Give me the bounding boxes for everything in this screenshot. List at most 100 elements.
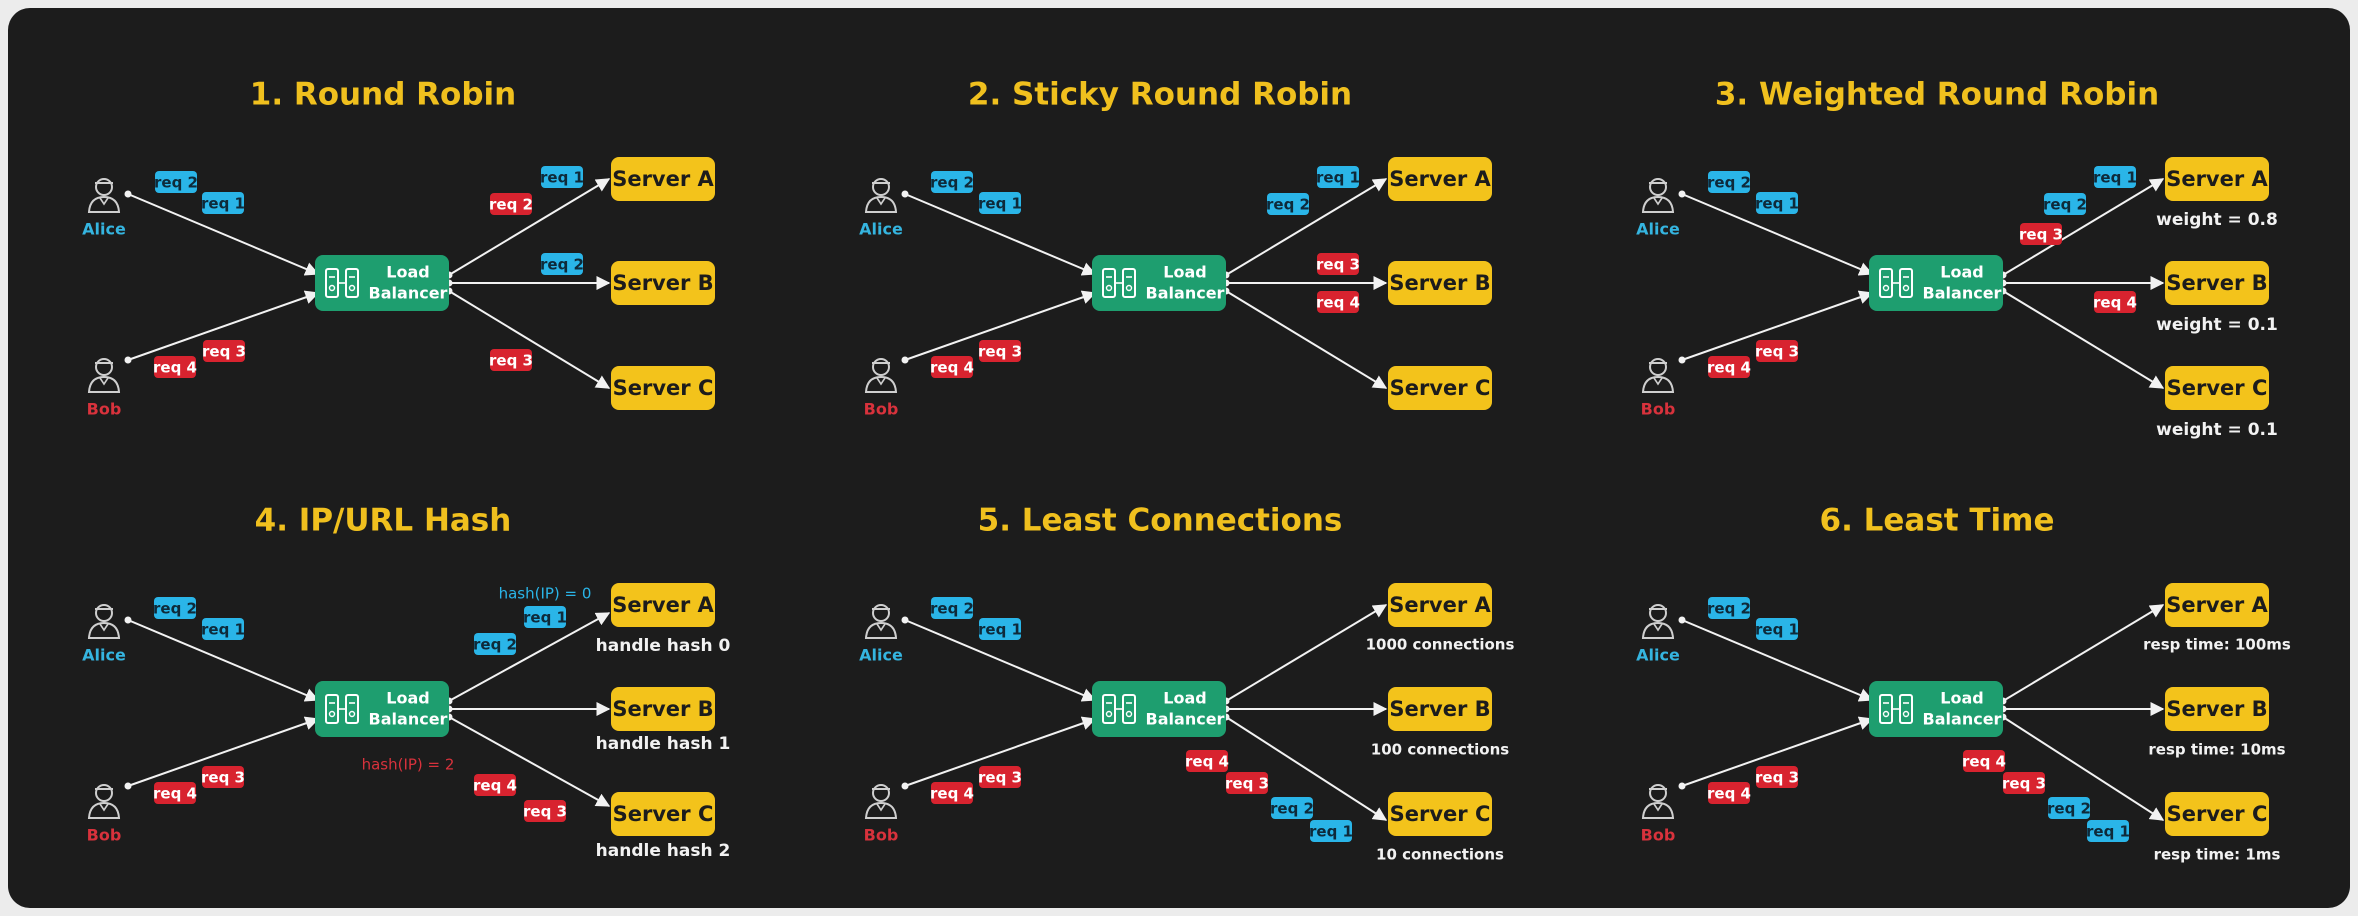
request-tag-label: req 1 — [1755, 621, 1799, 639]
server-note: weight = 0.1 — [2156, 315, 2278, 335]
server-note: 10 connections — [1376, 846, 1504, 864]
panel-title: 4. IP/URL Hash — [255, 503, 512, 539]
request-tag: req 2 — [1707, 597, 1751, 619]
request-tag: req 1 — [540, 166, 584, 188]
user-icon — [1641, 604, 1675, 639]
server-label: Server C — [1390, 376, 1491, 400]
request-tag-label: req 2 — [930, 600, 974, 618]
server-note: resp time: 100ms — [2143, 636, 2291, 654]
server-label: Server B — [2166, 271, 2267, 295]
panel-title: 1. Round Robin — [250, 77, 516, 113]
request-tag-label: req 3 — [489, 352, 533, 370]
request-tag-label: req 4 — [1707, 359, 1751, 377]
request-tag: req 4 — [2093, 291, 2137, 313]
request-tag-label: req 3 — [1755, 343, 1799, 361]
server-note: weight = 0.8 — [2156, 210, 2278, 230]
request-tag-label: req 1 — [201, 621, 245, 639]
panel-title: 2. Sticky Round Robin — [968, 77, 1352, 113]
user-icon — [1641, 784, 1675, 819]
load-balancer-label: Balancer — [1923, 284, 2002, 303]
arrow-balancer-to-server — [1225, 604, 1388, 702]
load-balancer-label: Load — [1163, 263, 1206, 282]
request-tag-label: req 3 — [1755, 769, 1799, 787]
client-bob: Bob — [864, 400, 899, 419]
request-tag: req 1 — [1316, 166, 1360, 188]
request-tag: req 4 — [153, 356, 197, 378]
arrow-balancer-to-server — [2002, 604, 2165, 702]
load-balancer-label: Load — [1940, 263, 1983, 282]
client-alice: Alice — [82, 220, 126, 239]
panel-title: 6. Least Time — [1820, 503, 2055, 539]
request-tag-label: req 4 — [473, 777, 517, 795]
user-icon — [864, 604, 898, 639]
request-tag-label: req 1 — [1309, 823, 1353, 841]
request-tag-label: req 3 — [1225, 775, 1269, 793]
request-tag-label: req 1 — [978, 621, 1022, 639]
request-tag-label: req 3 — [1316, 256, 1360, 274]
request-tag-label: req 2 — [2043, 196, 2087, 214]
hash-label: hash(IP) = 0 — [499, 585, 592, 603]
request-tag-label: req 1 — [2086, 823, 2130, 841]
panel-4: 4. IP/URL Hash Alice Bob Load Balancer Server… — [82, 503, 730, 862]
request-tag: req 1 — [1755, 192, 1799, 214]
server-label: Server C — [613, 802, 714, 826]
user-icon — [87, 604, 121, 639]
request-tag: req 3 — [201, 766, 245, 788]
arrow-balancer-to-server — [448, 290, 611, 389]
request-tag-label: req 1 — [978, 195, 1022, 213]
load-balancer-label: Load — [386, 263, 429, 282]
server-b: Server B — [611, 687, 715, 731]
request-tag-label: req 1 — [201, 195, 245, 213]
request-tag-label: req 1 — [523, 609, 567, 627]
arrow-balancer-to-server — [1225, 290, 1388, 389]
request-tag-label: req 1 — [2093, 169, 2137, 187]
request-tag-label: req 2 — [2047, 800, 2091, 818]
request-tag-label: req 2 — [930, 174, 974, 192]
server-b: Server B — [2165, 687, 2269, 731]
server-c: Server C — [611, 366, 715, 410]
client-bob: Bob — [87, 826, 122, 845]
request-tag-label: req 4 — [1707, 785, 1751, 803]
server-label: Server B — [1389, 697, 1490, 721]
request-tag-label: req 3 — [523, 803, 567, 821]
server-note: handle hash 1 — [596, 734, 731, 754]
client-alice: Alice — [1636, 646, 1680, 665]
request-tag-label: req 4 — [930, 359, 974, 377]
request-tag: req 1 — [1755, 618, 1799, 640]
load-balancer-label: Balancer — [1146, 710, 1225, 729]
server-label: Server C — [2167, 802, 2268, 826]
request-tag-label: req 4 — [1185, 753, 1229, 771]
panel-6: 6. Least Time Alice Bob Load Balancer Server … — [1636, 503, 2291, 864]
request-tag: req 1 — [978, 192, 1022, 214]
request-tag-label: req 4 — [153, 359, 197, 377]
load-balancer-label: Balancer — [1923, 710, 2002, 729]
server-b: Server B — [1388, 687, 1492, 731]
server-label: Server C — [1390, 802, 1491, 826]
request-tag: req 1 — [201, 192, 245, 214]
request-tag: req 2 — [2043, 193, 2087, 215]
server-note: 1000 connections — [1366, 636, 1515, 654]
request-tag-label: req 3 — [2002, 775, 2046, 793]
request-tag-label: req 2 — [1266, 196, 1310, 214]
request-tag-label: req 3 — [978, 769, 1022, 787]
request-tag: req 3 — [2002, 772, 2046, 794]
server-label: Server A — [1389, 593, 1491, 617]
request-tag: req 3 — [978, 766, 1022, 788]
request-tag: req 3 — [489, 349, 533, 371]
request-tag: req 2 — [930, 171, 974, 193]
request-tag-label: req 2 — [153, 600, 197, 618]
user-icon — [864, 784, 898, 819]
client-bob: Bob — [87, 400, 122, 419]
server-label: Server A — [612, 593, 714, 617]
load-balancer-label: Balancer — [1146, 284, 1225, 303]
arrow-balancer-to-server — [2002, 290, 2165, 389]
request-tag: req 1 — [201, 618, 245, 640]
server-label: Server A — [612, 167, 714, 191]
server-label: Server C — [2167, 376, 2268, 400]
server-label: Server B — [612, 271, 713, 295]
user-icon — [87, 178, 121, 213]
request-tag-label: req 4 — [1962, 753, 2006, 771]
server-b: Server B — [1388, 261, 1492, 305]
server-c: Server C — [2165, 792, 2269, 836]
server-c: Server C — [611, 792, 715, 836]
